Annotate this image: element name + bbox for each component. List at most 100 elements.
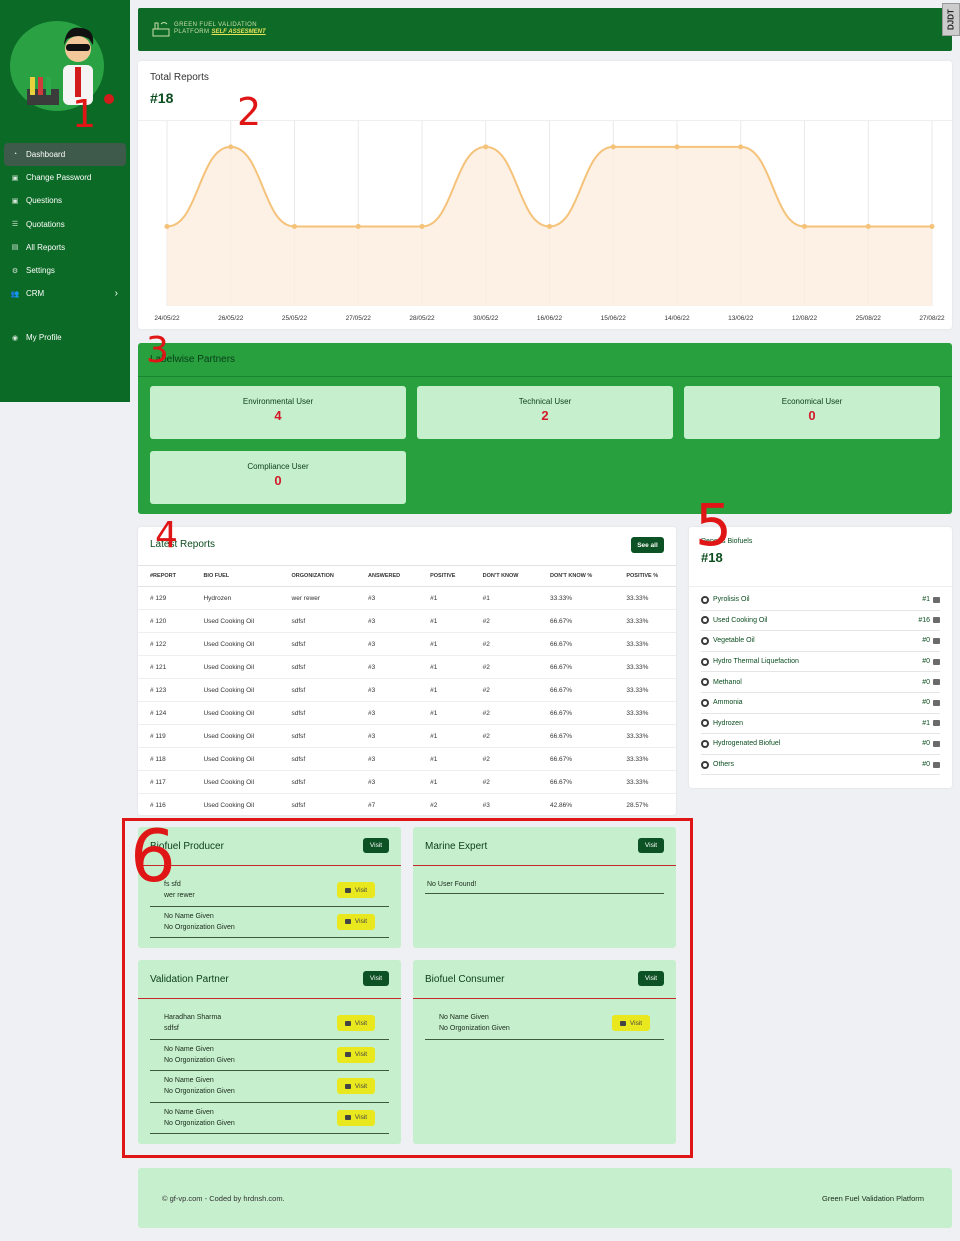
table-cell: 33.33% xyxy=(614,655,676,679)
table-cell: 28.57% xyxy=(614,793,676,817)
tag-icon xyxy=(933,637,940,644)
table-row[interactable]: # 129 Hydrozen wer rewer #3 #1 #1 33.33% 33.33% xyxy=(138,586,676,610)
x-tick-label: 13/06/22 xyxy=(728,315,754,322)
table-row[interactable]: # 124 Used Cooking Oil sdfsf #3 #1 #2 66.67% 33… xyxy=(138,701,676,725)
table-cell: sdfsf xyxy=(279,770,357,794)
sidebar: ◔ Dashboard ▣ Change Password ▣ Question… xyxy=(0,0,130,402)
table-cell: #1 xyxy=(418,724,471,748)
debug-toolbar-toggle[interactable]: DJDT xyxy=(942,3,960,36)
chart-point[interactable] xyxy=(355,223,361,229)
partner-count: 4 xyxy=(274,408,282,423)
partner-box-economical: Economical User 0 xyxy=(684,386,940,439)
table-cell: #3 xyxy=(356,586,419,610)
sidebar-item-label: Change Password xyxy=(26,173,92,183)
gear-icon: ⚙ xyxy=(11,267,19,275)
biofuel-name: Pyrolisis Oil xyxy=(713,596,750,604)
x-tick-label: 27/05/22 xyxy=(346,315,372,322)
latest-reports-card: Latest Reports See all #REPORT BIO FUEL OR… xyxy=(138,527,676,817)
tag-icon xyxy=(933,761,940,768)
tag-icon xyxy=(933,617,940,624)
user-circle-icon: ◉ xyxy=(11,334,19,342)
list-item[interactable]: Used Cooking Oil #16 xyxy=(701,611,940,632)
biofuel-name: Hydro Thermal Liquefaction xyxy=(713,658,799,666)
list-item[interactable]: Vegetable Oil #0 xyxy=(701,631,940,652)
table-cell: #2 xyxy=(470,678,538,702)
sidebar-nav: ◔ Dashboard ▣ Change Password ▣ Question… xyxy=(4,143,126,305)
list-item[interactable]: Methanol #0 xyxy=(701,672,940,693)
table-cell: #1 xyxy=(418,655,471,679)
biofuel-count: #0 xyxy=(922,740,930,748)
table-cell: # 117 xyxy=(138,770,192,794)
sidebar-item-my-profile[interactable]: ◉ My Profile xyxy=(4,326,126,349)
table-row[interactable]: # 118 Used Cooking Oil sdfsf #3 #1 #2 66.67% 33… xyxy=(138,747,676,771)
chart-point[interactable] xyxy=(483,144,489,150)
list-icon: ☰ xyxy=(11,221,19,229)
brand-line2: PLATFORM xyxy=(174,29,210,35)
sidebar-item-dashboard[interactable]: ◔ Dashboard xyxy=(4,143,126,167)
list-item[interactable]: Others #0 xyxy=(701,755,940,776)
reports-area-chart: 24/05/22 26/05/22 25/05/22 27/05/22 28/05/22… xyxy=(154,121,945,322)
table-cell: #3 xyxy=(356,747,419,771)
table-cell: # 123 xyxy=(138,678,192,702)
sidebar-item-quotations[interactable]: ☰ Quotations xyxy=(4,213,126,236)
column-header: ANSWERED xyxy=(356,565,419,587)
list-item[interactable]: Hydrogenated Biofuel #0 xyxy=(701,734,940,755)
table-row[interactable]: # 116 Used Cooking Oil sdfsf #7 #2 #3 42.86% 28… xyxy=(138,793,676,817)
table-cell: #2 xyxy=(418,793,471,817)
check-circle-icon xyxy=(701,760,709,769)
brand-logo[interactable]: GREEN FUEL VALIDATION PLATFORM SELF ASSE… xyxy=(152,21,266,37)
chart-point[interactable] xyxy=(547,223,552,229)
biofuel-name: Ammonia xyxy=(713,699,743,707)
list-item[interactable]: Hydro Thermal Liquefaction #0 xyxy=(701,652,940,673)
chart-point[interactable] xyxy=(419,223,425,229)
reports-biofuels-card: Reports Biofuels #18 Pyrolisis Oil #1 Used… xyxy=(689,527,952,788)
chart-point[interactable] xyxy=(865,223,871,229)
chart-point[interactable] xyxy=(929,223,935,229)
list-item[interactable]: Pyrolisis Oil #1 xyxy=(701,590,940,611)
card-title: Total Reports xyxy=(150,72,209,83)
check-circle-icon xyxy=(701,657,709,666)
x-tick-label: 24/05/22 xyxy=(154,315,180,322)
table-cell: 66.67% xyxy=(538,655,615,679)
x-tick-label: 16/06/22 xyxy=(537,315,563,322)
list-item[interactable]: Hydrozen #1 xyxy=(701,714,940,735)
table-cell: Used Cooking Oil xyxy=(191,678,280,702)
chart-point[interactable] xyxy=(610,144,616,150)
partner-count: 0 xyxy=(808,408,816,423)
biofuel-name: Methanol xyxy=(713,678,742,686)
column-header: BIO FUEL xyxy=(191,565,280,587)
table-cell: 66.67% xyxy=(538,724,615,748)
sidebar-item-crm[interactable]: 👥 CRM › xyxy=(4,282,126,305)
table-cell: Used Cooking Oil xyxy=(191,701,280,725)
sidebar-item-settings[interactable]: ⚙ Settings xyxy=(4,259,126,282)
annotation-4: 4 xyxy=(155,515,178,556)
chart-point[interactable] xyxy=(802,223,807,229)
sidebar-item-questions[interactable]: ▣ Questions xyxy=(4,189,126,212)
see-all-button[interactable]: See all xyxy=(631,537,664,553)
sidebar-item-label: Quotations xyxy=(26,219,65,229)
x-tick-label: 25/08/22 xyxy=(856,315,882,322)
table-cell: # 129 xyxy=(138,586,192,610)
table-cell: sdfsf xyxy=(279,609,357,633)
partner-label: Compliance User xyxy=(247,462,309,471)
chart-point[interactable] xyxy=(228,144,234,150)
chart-point[interactable] xyxy=(738,144,744,150)
table-row[interactable]: # 123 Used Cooking Oil sdfsf #3 #1 #2 66.67% 33… xyxy=(138,678,676,702)
table-cell: 33.33% xyxy=(614,770,676,794)
table-row[interactable]: # 122 Used Cooking Oil sdfsf #3 #1 #2 66.67% 33… xyxy=(138,632,676,656)
chart-point[interactable] xyxy=(292,223,297,229)
chart-point[interactable] xyxy=(164,223,170,229)
sidebar-item-all-reports[interactable]: ▤ All Reports xyxy=(4,236,126,259)
table-row[interactable]: # 117 Used Cooking Oil sdfsf #3 #1 #2 66.67% 33… xyxy=(138,770,676,794)
list-item[interactable]: Ammonia #0 xyxy=(701,693,940,714)
table-row[interactable]: # 121 Used Cooking Oil sdfsf #3 #1 #2 66.67% 33… xyxy=(138,655,676,679)
avatar xyxy=(9,19,121,114)
table-cell: #3 xyxy=(470,793,538,817)
check-circle-icon xyxy=(701,636,709,645)
check-circle-icon xyxy=(701,595,709,604)
table-row[interactable]: # 119 Used Cooking Oil sdfsf #3 #1 #2 66.67% 33… xyxy=(138,724,676,748)
sidebar-item-change-password[interactable]: ▣ Change Password xyxy=(4,166,126,189)
chart-point[interactable] xyxy=(674,144,680,150)
table-row[interactable]: # 120 Used Cooking Oil sdfsf #3 #1 #2 66.67% 33… xyxy=(138,609,676,633)
pie-chart-icon: ◔ xyxy=(12,151,18,159)
